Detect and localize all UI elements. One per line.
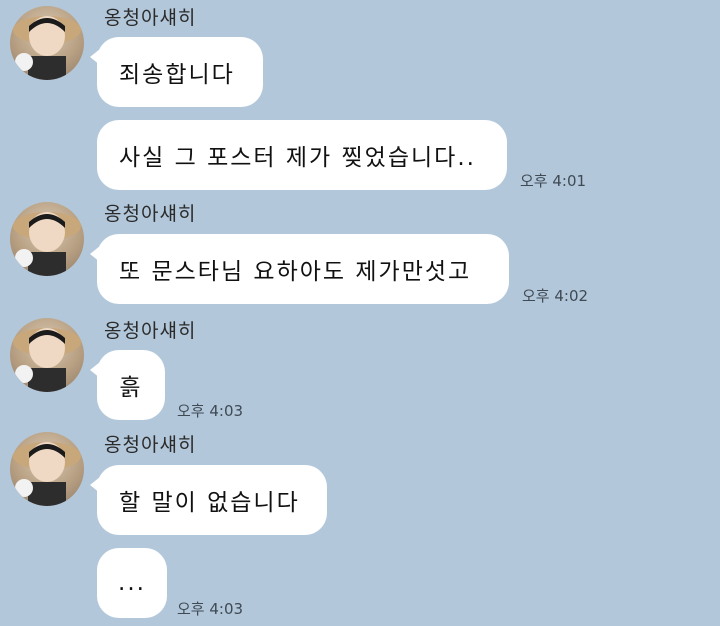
sender-name: 옹청아섀히 — [104, 203, 197, 225]
message-bubble[interactable]: 죄송합니다 — [90, 37, 263, 107]
message-bubble[interactable]: 사실 그 포스터 제가 찢었습니다.. — [97, 120, 507, 190]
message-bubble[interactable]: 할 말이 없습니다 — [90, 465, 327, 535]
message-timestamp: 오후 4:01 — [520, 172, 587, 190]
message-timestamp: 오후 4:03 — [177, 600, 244, 618]
message-bubble[interactable]: 흙 — [90, 350, 165, 420]
message-text: 사실 그 포스터 제가 찢었습니다.. — [119, 145, 476, 171]
message-timestamp: 오후 4:02 — [522, 287, 589, 305]
sender-avatar[interactable] — [10, 6, 84, 80]
sender-name: 옹청아섀히 — [104, 434, 197, 456]
message-timestamp: 오후 4:03 — [177, 402, 244, 420]
avatar-photo-icon — [13, 212, 81, 276]
message-text: ... — [118, 570, 146, 596]
message-text: 할 말이 없습니다 — [119, 490, 300, 516]
message-text: 죄송합니다 — [119, 62, 235, 88]
sender-avatar[interactable] — [10, 202, 84, 276]
avatar-photo-icon — [13, 328, 81, 392]
sender-name: 옹청아섀히 — [104, 320, 197, 342]
message-bubble[interactable]: ... — [97, 548, 167, 618]
chat-window: 옹청아섀히 죄송합니다 사실 그 포스터 제가 찢었습니다.. 오후 4:01 … — [0, 0, 720, 626]
message-text: 흙 — [119, 375, 143, 401]
sender-avatar[interactable] — [10, 432, 84, 506]
avatar-photo-icon — [13, 442, 81, 506]
message-text: 또 문스타님 요하아도 제가만섯고 — [119, 259, 472, 285]
avatar-photo-icon — [13, 16, 81, 80]
sender-avatar[interactable] — [10, 318, 84, 392]
sender-name: 옹청아섀히 — [104, 7, 197, 29]
message-bubble[interactable]: 또 문스타님 요하아도 제가만섯고 — [90, 234, 509, 304]
